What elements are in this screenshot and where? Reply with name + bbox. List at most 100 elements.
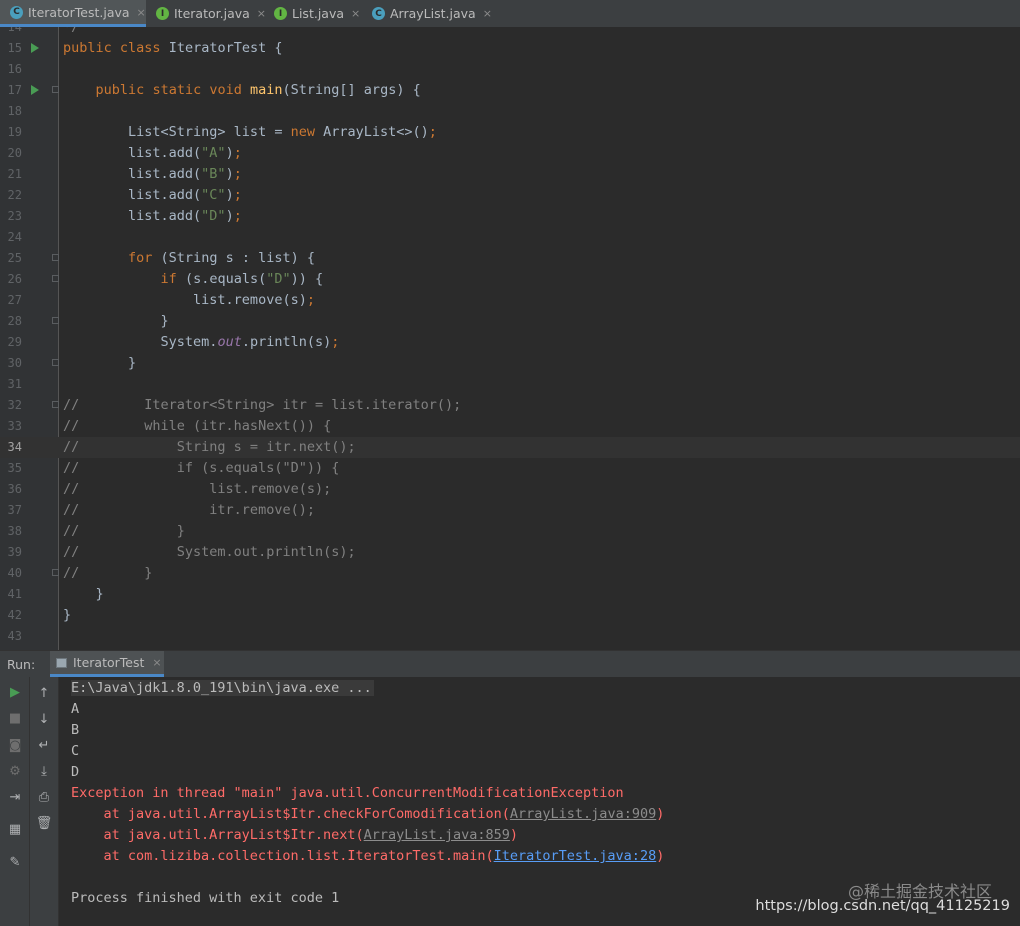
watermark-url: https://blog.csdn.net/qq_41125219 xyxy=(755,898,1010,914)
code-line[interactable]: 37 // itr.remove(); xyxy=(0,500,1020,521)
tab-list[interactable]: I List.java × xyxy=(264,0,362,27)
code-line[interactable]: 17 public static void main(String[] args… xyxy=(0,80,1020,101)
fold-icon[interactable] xyxy=(52,359,59,366)
code-line[interactable]: 15 public class IteratorTest { xyxy=(0,38,1020,59)
settings-icon[interactable]: ⚙ xyxy=(4,760,26,782)
code-line[interactable]: 35 // if (s.equals("D")) { xyxy=(0,458,1020,479)
console-text: Exception in thread "main" java.util.Con… xyxy=(71,785,624,801)
tab-label: ArrayList.java xyxy=(390,6,476,21)
code-line[interactable]: 43 xyxy=(0,626,1020,647)
code-text: } xyxy=(63,607,72,623)
close-icon[interactable]: × xyxy=(152,656,161,669)
arrow-down-icon[interactable]: ↓ xyxy=(33,708,55,730)
code-line[interactable]: 41 } xyxy=(0,584,1020,605)
line-number: 40 xyxy=(7,566,22,580)
fold-icon[interactable] xyxy=(52,86,59,93)
console-error-line: Exception in thread "main" java.util.Con… xyxy=(71,783,624,804)
code-line[interactable]: 33 // while (itr.hasNext()) { xyxy=(0,416,1020,437)
stacktrace-link[interactable]: IteratorTest.java:28 xyxy=(494,848,657,864)
code-line[interactable]: 34 // String s = itr.next(); xyxy=(0,437,1020,458)
scroll-to-end-icon[interactable]: ⤓ xyxy=(33,760,55,782)
arrow-up-icon[interactable]: ↑ xyxy=(33,682,55,704)
code-editor[interactable]: 14 */ 15 public class IteratorTest {16 17 pu… xyxy=(0,27,1020,650)
console-line: B xyxy=(71,720,79,741)
code-text: } xyxy=(63,355,137,371)
soft-wrap-icon[interactable]: ↵ xyxy=(33,734,55,756)
console-line: Process finished with exit code 1 xyxy=(71,888,339,909)
console-text: D xyxy=(71,764,80,780)
restore-layout-icon[interactable]: ⇥ xyxy=(4,786,26,808)
run-tab-label: IteratorTest xyxy=(73,655,145,670)
console-text: A xyxy=(71,701,80,717)
code-text: // String s = itr.next(); xyxy=(63,439,356,455)
fold-icon[interactable] xyxy=(52,401,59,408)
code-line[interactable]: 25 for (String s : list) { xyxy=(0,248,1020,269)
code-text: // Iterator<String> itr = list.iterator(… xyxy=(63,397,462,413)
line-number: 22 xyxy=(7,188,22,202)
console-text: at java.util.ArrayList$Itr.next( xyxy=(71,827,364,843)
stop-icon[interactable]: ■ xyxy=(4,707,26,729)
code-line[interactable]: 39 // System.out.println(s); xyxy=(0,542,1020,563)
console-text: C xyxy=(71,743,80,759)
run-gutter-icon[interactable] xyxy=(31,85,39,95)
code-line[interactable]: 30 } xyxy=(0,353,1020,374)
console-text: at com.liziba.collection.list.IteratorTe… xyxy=(71,848,494,864)
code-line[interactable]: 16 xyxy=(0,59,1020,80)
code-line[interactable]: 28 } xyxy=(0,311,1020,332)
code-line[interactable]: 32 // Iterator<String> itr = list.iterato… xyxy=(0,395,1020,416)
code-line[interactable]: 22 list.add("C"); xyxy=(0,185,1020,206)
line-number: 29 xyxy=(7,335,22,349)
code-line[interactable]: 26 if (s.equals("D")) { xyxy=(0,269,1020,290)
code-text: } xyxy=(63,313,169,329)
close-icon[interactable]: × xyxy=(137,6,146,19)
code-text: // } xyxy=(63,565,153,581)
run-gutter-icon[interactable] xyxy=(31,43,39,53)
console-text: E:\Java\jdk1.8.0_191\bin\java.exe ... xyxy=(71,680,374,696)
code-line[interactable]: 42} xyxy=(0,605,1020,626)
run-tab-iteratortest[interactable]: IteratorTest × xyxy=(50,651,164,677)
code-line[interactable]: 21 list.add("B"); xyxy=(0,164,1020,185)
code-line[interactable]: 23 list.add("D"); xyxy=(0,206,1020,227)
tab-label: List.java xyxy=(292,6,345,21)
tab-arraylist[interactable]: C ArrayList.java × xyxy=(362,0,492,27)
code-line[interactable]: 38 // } xyxy=(0,521,1020,542)
tab-label: IteratorTest.java xyxy=(28,4,130,20)
code-line[interactable]: 20 list.add("A"); xyxy=(0,143,1020,164)
run-label: Run: xyxy=(7,657,36,672)
line-number: 28 xyxy=(7,314,22,328)
layout-icon[interactable]: ▦ xyxy=(4,818,26,840)
close-icon[interactable]: × xyxy=(483,7,492,20)
fold-icon[interactable] xyxy=(52,569,59,576)
rerun-icon[interactable]: ▶ xyxy=(4,681,26,703)
tab-iterator[interactable]: I Iterator.java × xyxy=(146,0,266,27)
stacktrace-link[interactable]: ArrayList.java:909 xyxy=(510,806,656,822)
line-number: 43 xyxy=(7,629,22,643)
code-text: list.add("B"); xyxy=(63,166,242,182)
trash-icon[interactable]: 🗑 xyxy=(33,812,55,834)
code-line[interactable]: 40 // } xyxy=(0,563,1020,584)
tab-label: Iterator.java xyxy=(174,6,250,21)
console-line: C xyxy=(71,741,79,762)
console-text: ) xyxy=(656,848,665,864)
code-line[interactable]: 29 System.out.println(s); xyxy=(0,332,1020,353)
print-icon[interactable]: ⎙ xyxy=(33,786,55,808)
camera-icon[interactable]: ◙ xyxy=(4,734,26,756)
code-line[interactable]: 19 List<String> list = new ArrayList<>()… xyxy=(0,122,1020,143)
line-number: 25 xyxy=(7,251,22,265)
console-error-line: at java.util.ArrayList$Itr.checkForComod… xyxy=(71,804,665,825)
code-line[interactable]: 24 xyxy=(0,227,1020,248)
code-line[interactable]: 36 // list.remove(s); xyxy=(0,479,1020,500)
code-line[interactable]: 14 */ xyxy=(0,27,1020,38)
stacktrace-link[interactable]: ArrayList.java:859 xyxy=(364,827,510,843)
run-toolbar-right: ↑ ↓ ↵ ⤓ ⎙ 🗑 xyxy=(30,677,59,926)
tab-iteratortest[interactable]: C IteratorTest.java × xyxy=(0,0,146,27)
code-line[interactable]: 31 xyxy=(0,374,1020,395)
code-line[interactable]: 18 xyxy=(0,101,1020,122)
fold-icon[interactable] xyxy=(52,254,59,261)
fold-icon[interactable] xyxy=(52,275,59,282)
pin-icon[interactable]: ✎ xyxy=(4,851,26,873)
close-icon[interactable]: × xyxy=(351,7,360,20)
code-line[interactable]: 27 list.remove(s); xyxy=(0,290,1020,311)
console-icon xyxy=(56,657,67,668)
fold-icon[interactable] xyxy=(52,317,59,324)
